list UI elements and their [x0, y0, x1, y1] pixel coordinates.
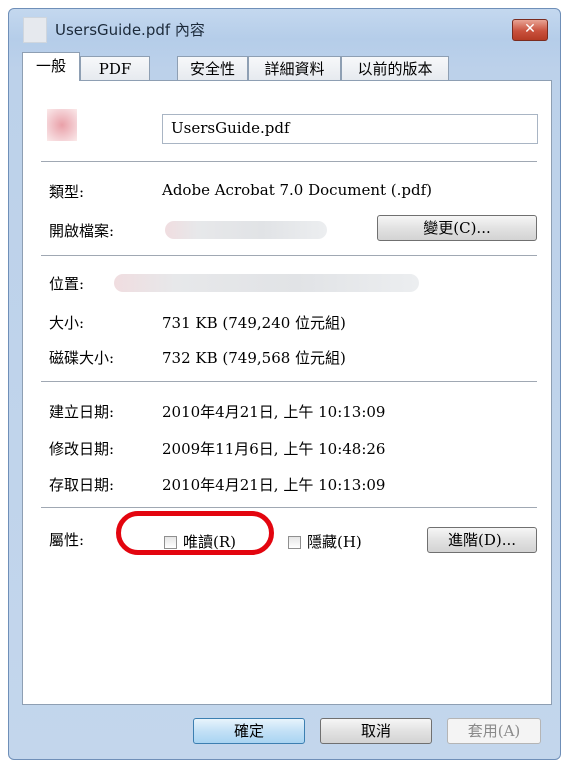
modified-label: 修改日期:: [49, 440, 115, 458]
file-icon: [23, 17, 47, 43]
divider: [41, 255, 537, 256]
window-title: UsersGuide.pdf 內容: [55, 21, 205, 39]
tab-pdf[interactable]: PDF: [80, 56, 150, 80]
accessed-value: 2010年4月21日, 上午 10:13:09: [162, 476, 386, 494]
tab-security[interactable]: 安全性: [177, 56, 248, 80]
accessed-label: 存取日期:: [49, 476, 115, 494]
apply-button[interactable]: 套用(A): [447, 718, 541, 744]
readonly-checkbox[interactable]: [164, 536, 177, 549]
created-label: 建立日期:: [49, 403, 115, 421]
tab-previous-versions[interactable]: 以前的版本: [341, 56, 449, 80]
type-value: Adobe Acrobat 7.0 Document (.pdf): [162, 181, 433, 199]
open-with-app-redacted: [165, 221, 327, 239]
attributes-label: 屬性:: [49, 531, 85, 549]
ok-button[interactable]: 確定: [193, 718, 305, 744]
created-value: 2010年4月21日, 上午 10:13:09: [162, 403, 386, 421]
advanced-button[interactable]: 進階(D)...: [427, 527, 537, 553]
cancel-button[interactable]: 取消: [320, 718, 432, 744]
modified-value: 2009年11月6日, 上午 10:48:26: [162, 440, 386, 458]
location-label: 位置:: [49, 275, 85, 293]
hidden-checkbox[interactable]: [288, 536, 301, 549]
size-value: 731 KB (749,240 位元組): [162, 314, 346, 332]
change-button[interactable]: 變更(C)...: [377, 215, 537, 241]
size-on-disk-label: 磁碟大小:: [49, 349, 115, 367]
divider: [41, 161, 537, 162]
location-value-redacted: [114, 274, 419, 292]
type-label: 類型:: [49, 183, 85, 201]
close-button[interactable]: ✕: [512, 19, 548, 41]
divider: [41, 507, 537, 508]
filename-field[interactable]: UsersGuide.pdf: [162, 114, 538, 144]
hidden-label[interactable]: 隱藏(H): [307, 531, 362, 552]
pdf-file-icon: [47, 109, 77, 141]
open-with-label: 開啟檔案:: [49, 222, 115, 240]
readonly-label[interactable]: 唯讀(R): [183, 531, 236, 552]
general-panel: UsersGuide.pdf 類型: Adobe Acrobat 7.0 Doc…: [22, 80, 552, 705]
size-label: 大小:: [49, 314, 85, 332]
size-on-disk-value: 732 KB (749,568 位元組): [162, 349, 346, 367]
tab-details[interactable]: 詳細資料: [248, 56, 341, 80]
tab-general[interactable]: 一般: [22, 52, 80, 81]
divider: [41, 381, 537, 382]
